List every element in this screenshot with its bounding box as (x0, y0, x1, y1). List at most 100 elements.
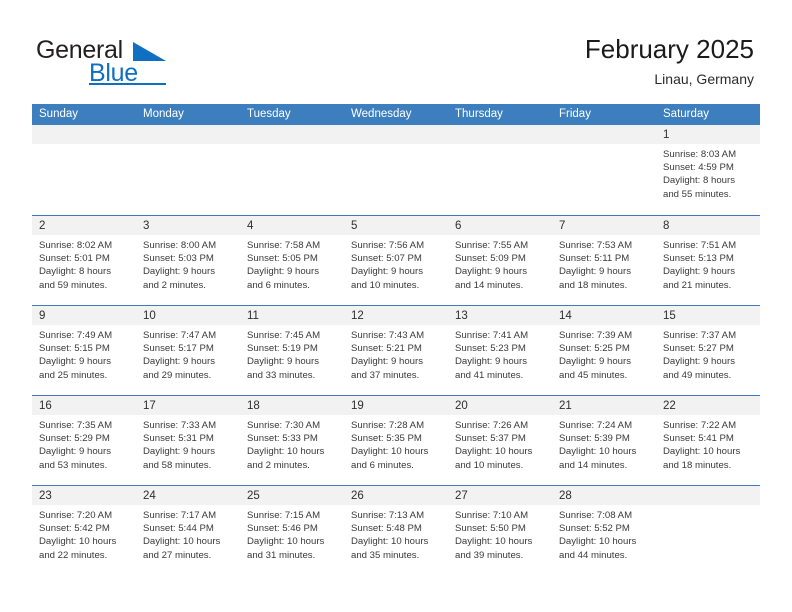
day-number: 3 (143, 220, 150, 232)
daylight-text-line1: Daylight: 9 hours (559, 266, 631, 278)
calendar-day-cell[interactable]: 27 Sunrise: 7:10 AM Sunset: 5:50 PM Dayligh… (448, 486, 552, 575)
sunrise-text: Sunrise: 7:47 AM (143, 330, 217, 341)
calendar-day-cell[interactable]: 14 Sunrise: 7:39 AM Sunset: 5:25 PM Dayligh… (552, 306, 656, 395)
weekday-header-friday: Friday (559, 108, 591, 120)
sunrise-text: Sunrise: 7:13 AM (351, 510, 425, 521)
sunset-text: Sunset: 5:17 PM (143, 343, 214, 355)
calendar-day-cell[interactable]: 26 Sunrise: 7:13 AM Sunset: 5:48 PM Dayligh… (344, 486, 448, 575)
daylight-text-line2: and 2 minutes. (143, 279, 206, 291)
calendar-day-cell[interactable]: 8 Sunrise: 7:51 AM Sunset: 5:13 PM Daylight… (656, 216, 760, 305)
calendar-day-cell[interactable]: 19 Sunrise: 7:28 AM Sunset: 5:35 PM Dayligh… (344, 396, 448, 485)
sunrise-text: Sunrise: 7:37 AM (663, 330, 737, 341)
logo-triangle-icon (133, 42, 166, 61)
daylight-text-line2: and 58 minutes. (143, 459, 212, 471)
weekday-header-row: Sunday Monday Tuesday Wednesday Thursday Frid… (32, 104, 760, 125)
calendar-day-cell[interactable]: 6 Sunrise: 7:55 AM Sunset: 5:09 PM Daylight… (448, 216, 552, 305)
general-blue-logo[interactable]: General Blue (36, 36, 246, 88)
calendar-day-cell[interactable]: 2 Sunrise: 8:02 AM Sunset: 5:01 PM Daylight… (32, 216, 136, 305)
calendar-day-cell[interactable]: 4 Sunrise: 7:58 AM Sunset: 5:05 PM Daylight… (240, 216, 344, 305)
sunset-text: Sunset: 5:19 PM (247, 343, 318, 355)
day-number: 24 (143, 490, 156, 502)
daylight-text-line2: and 39 minutes. (455, 549, 524, 561)
daylight-text-line1: Daylight: 10 hours (247, 536, 325, 548)
day-number-band: 26 (344, 486, 448, 505)
daylight-text-line2: and 6 minutes. (247, 279, 310, 291)
daylight-text-line2: and 35 minutes. (351, 549, 420, 561)
calendar-day-cell[interactable]: 1 Sunrise: 8:03 AM Sunset: 4:59 PM Daylight… (656, 125, 760, 215)
day-number-band: 24 (136, 486, 240, 505)
calendar-day-cell[interactable]: 17 Sunrise: 7:33 AM Sunset: 5:31 PM Dayligh… (136, 396, 240, 485)
calendar-day-cell[interactable]: 5 Sunrise: 7:56 AM Sunset: 5:07 PM Daylight… (344, 216, 448, 305)
daylight-text-line2: and 59 minutes. (39, 279, 108, 291)
day-number: 20 (455, 400, 468, 412)
calendar-day-cell[interactable]: 7 Sunrise: 7:53 AM Sunset: 5:11 PM Daylight… (552, 216, 656, 305)
daylight-text-line1: Daylight: 9 hours (351, 266, 423, 278)
day-number-band (240, 125, 344, 144)
calendar-day-cell[interactable]: 15 Sunrise: 7:37 AM Sunset: 5:27 PM Dayligh… (656, 306, 760, 395)
day-sun-info: Sunrise: 7:22 AM Sunset: 5:41 PM Daylight:… (656, 415, 760, 472)
day-number-band: 17 (136, 396, 240, 415)
daylight-text-line2: and 22 minutes. (39, 549, 108, 561)
day-number: 25 (247, 490, 260, 502)
day-number-band: 16 (32, 396, 136, 415)
weekday-header-monday: Monday (143, 108, 184, 120)
day-sun-info: Sunrise: 7:41 AM Sunset: 5:23 PM Daylight:… (448, 325, 552, 382)
daylight-text-line1: Daylight: 10 hours (247, 446, 325, 458)
calendar-day-cell[interactable]: 16 Sunrise: 7:35 AM Sunset: 5:29 PM Dayligh… (32, 396, 136, 485)
day-number: 26 (351, 490, 364, 502)
sunset-text: Sunset: 5:33 PM (247, 433, 318, 445)
calendar-day-cell[interactable]: 3 Sunrise: 8:00 AM Sunset: 5:03 PM Daylight… (136, 216, 240, 305)
sunrise-text: Sunrise: 8:02 AM (39, 240, 113, 251)
daylight-text-line1: Daylight: 10 hours (663, 446, 741, 458)
sunrise-text: Sunrise: 8:00 AM (143, 240, 217, 251)
daylight-text-line1: Daylight: 10 hours (559, 536, 637, 548)
daylight-text-line2: and 2 minutes. (247, 459, 310, 471)
day-sun-info: Sunrise: 7:39 AM Sunset: 5:25 PM Daylight:… (552, 325, 656, 382)
daylight-text-line1: Daylight: 9 hours (663, 356, 735, 368)
calendar-day-cell[interactable]: 28 Sunrise: 7:08 AM Sunset: 5:52 PM Dayligh… (552, 486, 656, 575)
calendar-day-cell[interactable]: 23 Sunrise: 7:20 AM Sunset: 5:42 PM Dayligh… (32, 486, 136, 575)
day-number: 17 (143, 400, 156, 412)
calendar-day-cell[interactable]: 10 Sunrise: 7:47 AM Sunset: 5:17 PM Dayligh… (136, 306, 240, 395)
sunrise-text: Sunrise: 7:43 AM (351, 330, 425, 341)
calendar-day-cell[interactable]: 24 Sunrise: 7:17 AM Sunset: 5:44 PM Dayligh… (136, 486, 240, 575)
sunrise-text: Sunrise: 7:49 AM (39, 330, 113, 341)
sunrise-text: Sunrise: 7:41 AM (455, 330, 529, 341)
day-number-band: 21 (552, 396, 656, 415)
daylight-text-line2: and 45 minutes. (559, 369, 628, 381)
sunrise-text: Sunrise: 7:51 AM (663, 240, 737, 251)
day-number: 15 (663, 310, 676, 322)
day-number: 9 (39, 310, 46, 322)
sunrise-text: Sunrise: 7:55 AM (455, 240, 529, 251)
day-number: 6 (455, 220, 462, 232)
day-number: 10 (143, 310, 156, 322)
day-number-band: 12 (344, 306, 448, 325)
day-sun-info: Sunrise: 7:55 AM Sunset: 5:09 PM Daylight:… (448, 235, 552, 292)
sunset-text: Sunset: 5:27 PM (663, 343, 734, 355)
calendar-day-cell[interactable]: 18 Sunrise: 7:30 AM Sunset: 5:33 PM Dayligh… (240, 396, 344, 485)
calendar-day-cell[interactable]: 13 Sunrise: 7:41 AM Sunset: 5:23 PM Dayligh… (448, 306, 552, 395)
day-sun-info: Sunrise: 7:28 AM Sunset: 5:35 PM Daylight:… (344, 415, 448, 472)
calendar-day-cell[interactable]: 9 Sunrise: 7:49 AM Sunset: 5:15 PM Daylight… (32, 306, 136, 395)
calendar-week-row: 2 Sunrise: 8:02 AM Sunset: 5:01 PM Daylight… (32, 215, 760, 305)
daylight-text-line2: and 18 minutes. (559, 279, 628, 291)
calendar-day-cell[interactable]: 21 Sunrise: 7:24 AM Sunset: 5:39 PM Dayligh… (552, 396, 656, 485)
title-block: February 2025 Linau, Germany (585, 34, 754, 88)
calendar-weeks: 1 Sunrise: 8:03 AM Sunset: 4:59 PM Daylight… (32, 125, 760, 575)
daylight-text-line1: Daylight: 8 hours (39, 266, 111, 278)
calendar-day-cell[interactable]: 22 Sunrise: 7:22 AM Sunset: 5:41 PM Dayligh… (656, 396, 760, 485)
calendar-day-cell[interactable]: 20 Sunrise: 7:26 AM Sunset: 5:37 PM Dayligh… (448, 396, 552, 485)
day-number: 11 (247, 310, 259, 322)
daylight-text-line2: and 18 minutes. (663, 459, 732, 471)
calendar-day-cell[interactable]: 12 Sunrise: 7:43 AM Sunset: 5:21 PM Dayligh… (344, 306, 448, 395)
sunset-text: Sunset: 5:29 PM (39, 433, 110, 445)
day-number-band (448, 125, 552, 144)
sunrise-text: Sunrise: 7:28 AM (351, 420, 425, 431)
page-title: February 2025 (584, 34, 754, 64)
calendar-day-cell[interactable]: 25 Sunrise: 7:15 AM Sunset: 5:46 PM Dayligh… (240, 486, 344, 575)
calendar-day-cell-empty (344, 125, 448, 215)
daylight-text-line2: and 41 minutes. (455, 369, 524, 381)
calendar-day-cell[interactable]: 11 Sunrise: 7:45 AM Sunset: 5:19 PM Dayligh… (240, 306, 344, 395)
daylight-text-line2: and 10 minutes. (455, 459, 524, 471)
sunset-text: Sunset: 5:13 PM (663, 253, 734, 265)
